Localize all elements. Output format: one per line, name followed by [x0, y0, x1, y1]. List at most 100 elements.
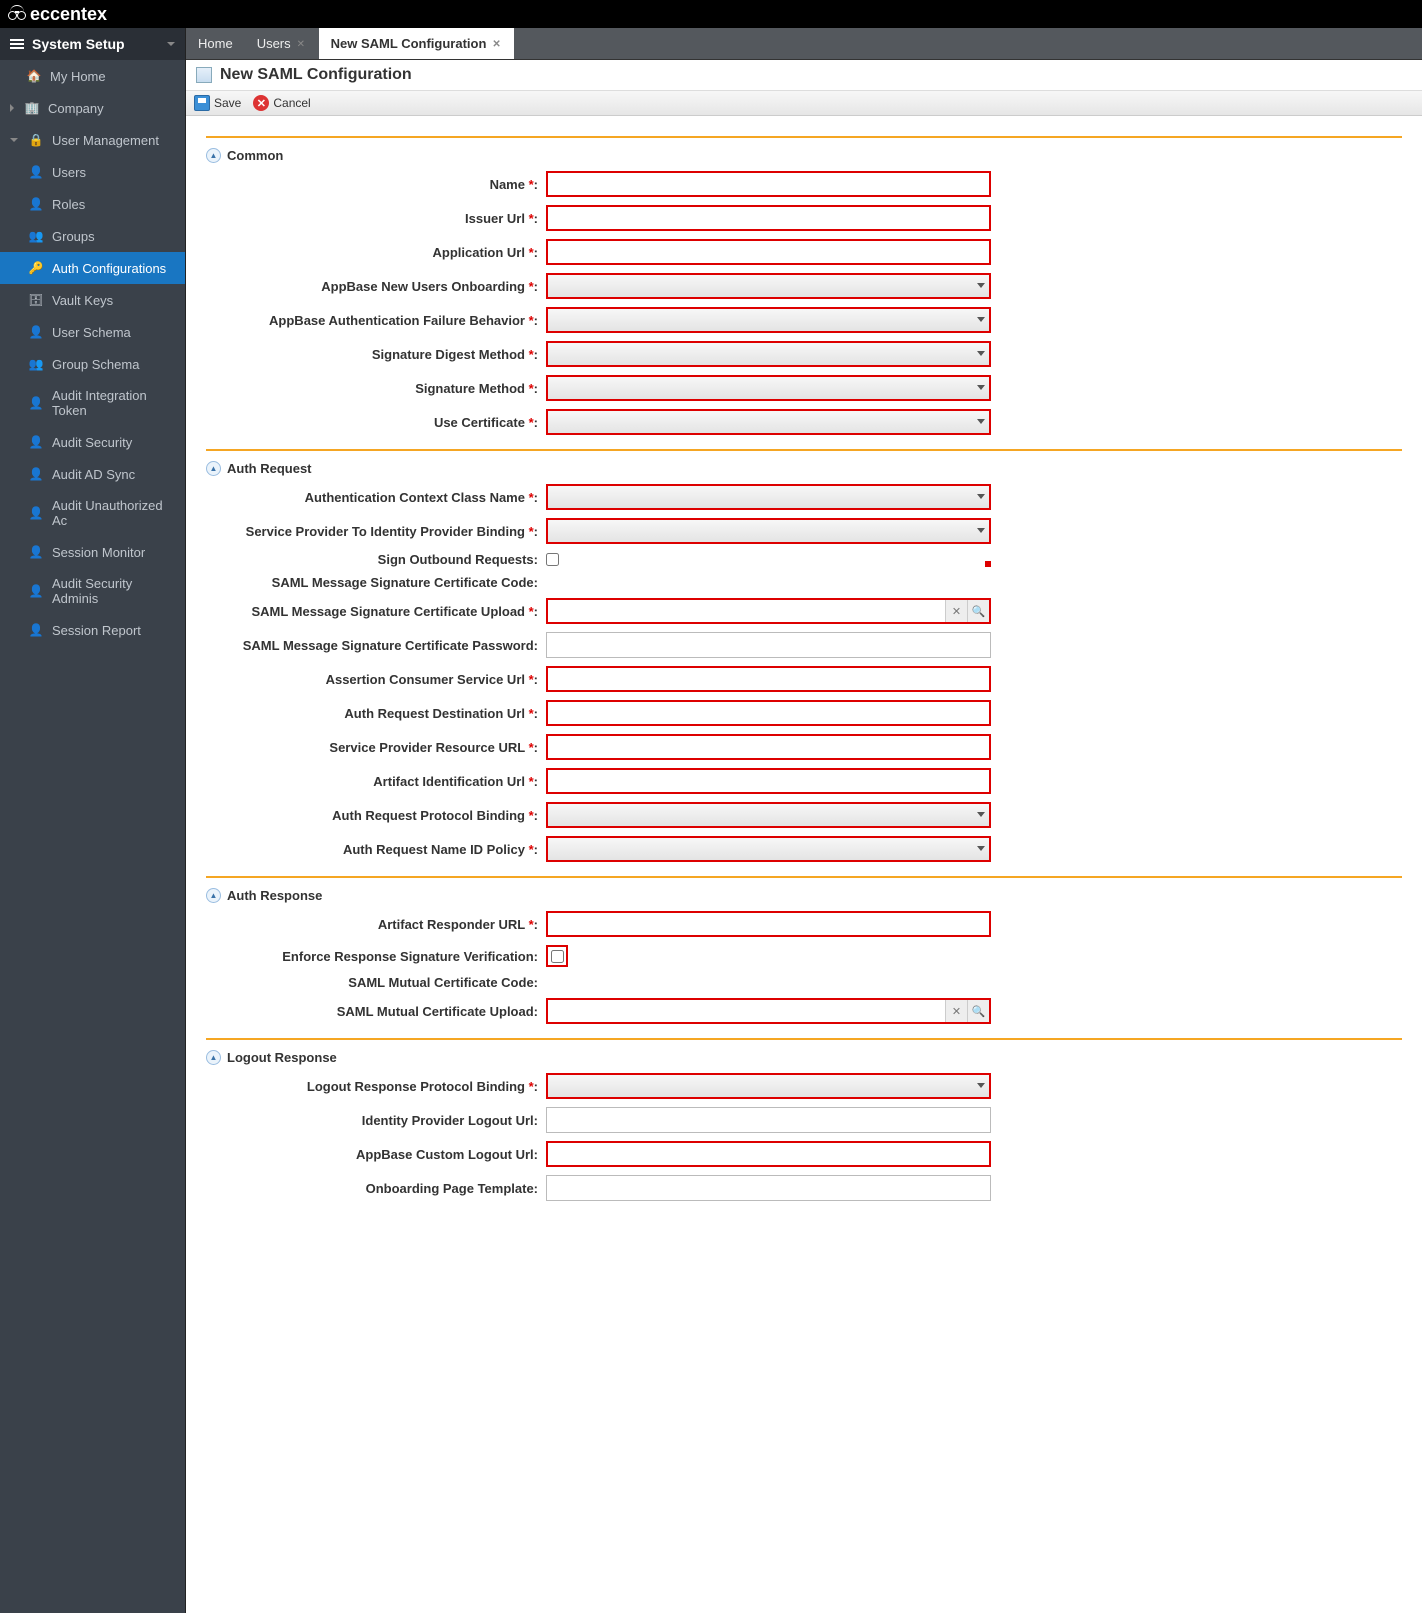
- auth_fail-select[interactable]: [546, 307, 991, 333]
- artifact_responder-input[interactable]: [546, 911, 991, 937]
- close-icon[interactable]: ✕: [492, 39, 502, 49]
- collapse-icon[interactable]: ▲: [206, 148, 221, 163]
- nav-item-auth-configurations[interactable]: 🔑Auth Configurations: [0, 252, 185, 284]
- nav-item-my-home[interactable]: 🏠My Home: [0, 60, 185, 92]
- field-control: [546, 484, 991, 510]
- mutual_cert_upload-upload: ✕🔍: [546, 998, 991, 1024]
- sig_cert_pw-input[interactable]: [546, 632, 991, 658]
- nav-item-audit-security[interactable]: 👤Audit Security: [0, 426, 185, 458]
- company-icon: 🏢: [24, 100, 40, 116]
- save-button[interactable]: Save: [194, 95, 241, 111]
- browse-icon[interactable]: 🔍: [967, 1000, 989, 1022]
- nav-item-vault-keys[interactable]: 🗄Vault Keys: [0, 284, 185, 316]
- chevron-down-icon: [167, 42, 175, 46]
- sp_res_url-input[interactable]: [546, 734, 991, 760]
- nav-item-user-schema[interactable]: 👤User Schema: [0, 316, 185, 348]
- tab-users[interactable]: Users✕: [245, 28, 319, 59]
- logout_binding-select[interactable]: [546, 1073, 991, 1099]
- custom_logout_url-input[interactable]: [546, 1141, 991, 1167]
- collapse-icon[interactable]: ▲: [206, 888, 221, 903]
- sp_idp_binding-select[interactable]: [546, 518, 991, 544]
- field-control: [546, 239, 991, 265]
- cancel-button[interactable]: ✕ Cancel: [253, 95, 310, 111]
- ctx_class-select[interactable]: [546, 484, 991, 510]
- name-input[interactable]: [546, 171, 991, 197]
- nav-label: Audit AD Sync: [52, 467, 135, 482]
- enforce_sig-checkbox[interactable]: [551, 950, 564, 963]
- browse-icon[interactable]: 🔍: [967, 600, 989, 622]
- nav-item-roles[interactable]: 👤Roles: [0, 188, 185, 220]
- field-row-enforce_sig: Enforce Response Signature Verification:: [206, 941, 1402, 971]
- clear-icon[interactable]: ✕: [945, 600, 967, 622]
- nav-item-session-report[interactable]: 👤Session Report: [0, 614, 185, 646]
- field-control: [546, 666, 991, 692]
- tab-new-saml-configuration[interactable]: New SAML Configuration✕: [319, 28, 515, 59]
- artifact_id_url-input[interactable]: [546, 768, 991, 794]
- nav-item-audit-ad-sync[interactable]: 👤Audit AD Sync: [0, 458, 185, 490]
- nav-item-group-schema[interactable]: 👥Group Schema: [0, 348, 185, 380]
- sidebar-header[interactable]: System Setup: [0, 28, 185, 60]
- sign_outbound-checkbox[interactable]: [546, 553, 559, 566]
- field-label: SAML Message Signature Certificate Uploa…: [206, 604, 546, 619]
- sig_digest-select[interactable]: [546, 341, 991, 367]
- field-row-sign_outbound: Sign Outbound Requests:: [206, 548, 1402, 571]
- required-marker: *: [525, 706, 534, 721]
- field-control: [546, 1107, 991, 1133]
- nav-item-company[interactable]: 🏢 Company: [0, 92, 185, 124]
- sig_method-select[interactable]: [546, 375, 991, 401]
- section-divider: [206, 876, 1402, 878]
- required-indicator-icon: [985, 561, 991, 567]
- section-header-common: ▲Common: [206, 144, 1402, 167]
- collapse-icon[interactable]: ▲: [206, 461, 221, 476]
- dest_url-input[interactable]: [546, 700, 991, 726]
- close-icon[interactable]: ✕: [297, 39, 307, 49]
- required-marker: *: [525, 774, 534, 789]
- nav-label: Vault Keys: [52, 293, 113, 308]
- nav-item-groups[interactable]: 👥Groups: [0, 220, 185, 252]
- use_cert-select[interactable]: [546, 409, 991, 435]
- nav-label: User Schema: [52, 325, 131, 340]
- field-row-onboarding: AppBase New Users Onboarding *:: [206, 269, 1402, 303]
- field-label: AppBase New Users Onboarding *:: [206, 279, 546, 294]
- acs_url-input[interactable]: [546, 666, 991, 692]
- protocol_binding-select[interactable]: [546, 802, 991, 828]
- field-control: [546, 579, 991, 587]
- field-label: Name *:: [206, 177, 546, 192]
- field-row-protocol_binding: Auth Request Protocol Binding *:: [206, 798, 1402, 832]
- clear-icon[interactable]: ✕: [945, 1000, 967, 1022]
- section-divider: [206, 449, 1402, 451]
- user-icon: 👤: [28, 544, 44, 560]
- required-marker: *: [525, 490, 534, 505]
- nav-label: Company: [48, 101, 104, 116]
- issuer_url-input[interactable]: [546, 205, 991, 231]
- main: HomeUsers✕New SAML Configuration✕ New SA…: [186, 28, 1422, 1613]
- nav-item-session-monitor[interactable]: 👤Session Monitor: [0, 536, 185, 568]
- field-control: [546, 802, 991, 828]
- tab-label: Home: [198, 36, 233, 51]
- field-row-use_cert: Use Certificate *:: [206, 405, 1402, 439]
- nameid_policy-select[interactable]: [546, 836, 991, 862]
- required-marker: *: [525, 524, 534, 539]
- application_url-input[interactable]: [546, 239, 991, 265]
- nav-label: Audit Unauthorized Ac: [52, 498, 175, 528]
- required-marker: *: [525, 1079, 534, 1094]
- nav-item-user-management[interactable]: 🔒User Management: [0, 124, 185, 156]
- field-row-sig_cert_code: SAML Message Signature Certificate Code:: [206, 571, 1402, 594]
- onboarding-select[interactable]: [546, 273, 991, 299]
- field-control: ✕🔍: [546, 598, 991, 624]
- field-label: Identity Provider Logout Url:: [206, 1113, 546, 1128]
- tab-home[interactable]: Home: [186, 28, 245, 59]
- required-marker: *: [525, 842, 534, 857]
- nav-item-users[interactable]: 👤Users: [0, 156, 185, 188]
- field-label: Auth Request Name ID Policy *:: [206, 842, 546, 857]
- home-icon: 🏠: [26, 68, 42, 84]
- nav-item-audit-security-adminis[interactable]: 👤Audit Security Adminis: [0, 568, 185, 614]
- field-control: [546, 1073, 991, 1099]
- collapse-icon[interactable]: ▲: [206, 1050, 221, 1065]
- required-marker: *: [525, 313, 534, 328]
- idp_logout_url-input[interactable]: [546, 1107, 991, 1133]
- nav-item-audit-integration-token[interactable]: 👤Audit Integration Token: [0, 380, 185, 426]
- field-label: Service Provider Resource URL *:: [206, 740, 546, 755]
- nav-item-audit-unauthorized-ac[interactable]: 👤Audit Unauthorized Ac: [0, 490, 185, 536]
- onboard_template-input[interactable]: [546, 1175, 991, 1201]
